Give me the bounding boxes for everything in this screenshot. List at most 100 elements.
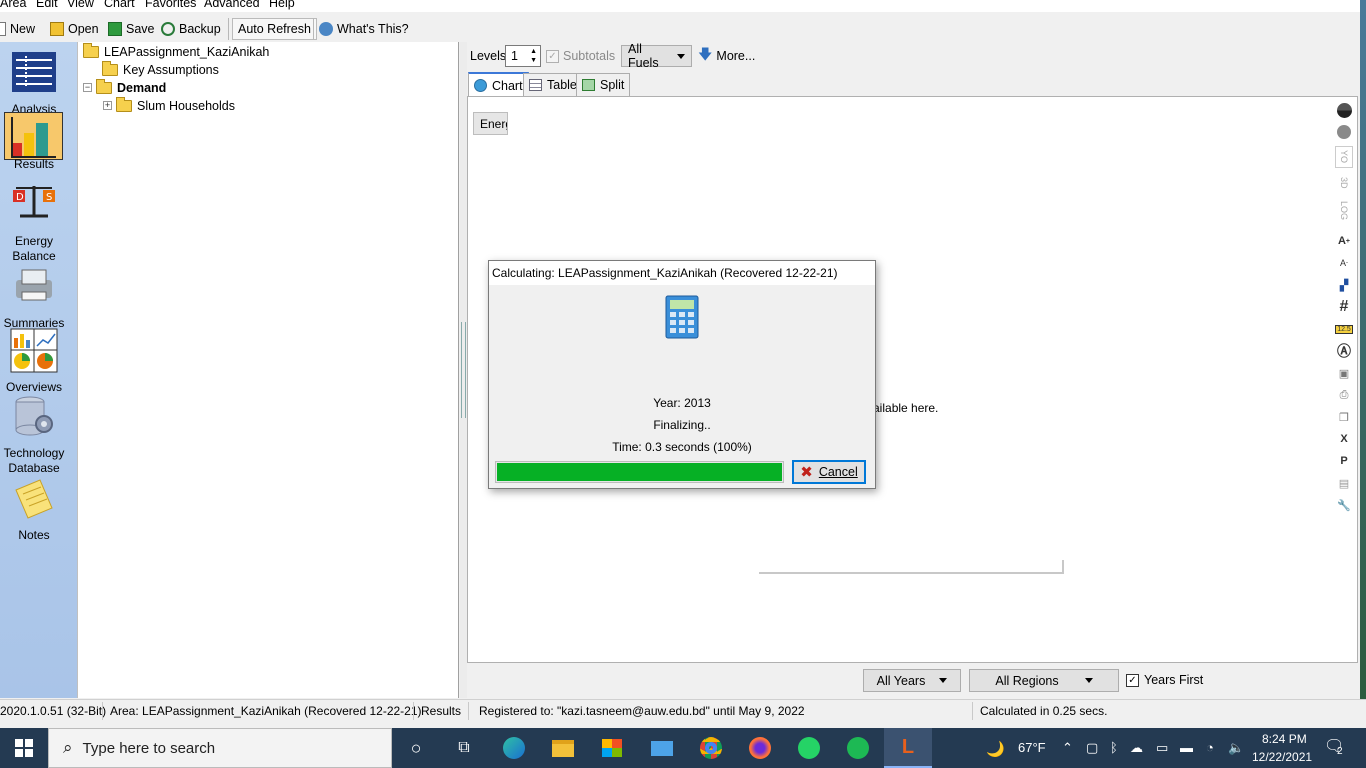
3d-toggle[interactable]: 3D — [1335, 172, 1353, 194]
bluetooth-icon[interactable]: ᛒ — [1110, 740, 1118, 755]
clock-time[interactable]: 8:24 PM — [1262, 732, 1307, 746]
tab-chart[interactable]: Chart — [468, 72, 529, 97]
menu-chart[interactable]: Chart — [104, 0, 135, 10]
display-icon[interactable]: ▭ — [1156, 740, 1168, 756]
grid-icon[interactable]: # — [1335, 298, 1353, 316]
firefox-icon[interactable] — [748, 736, 772, 760]
open-button[interactable]: Open — [50, 19, 99, 39]
leap-app-icon[interactable]: L — [884, 728, 932, 768]
spinner-arrows-icon[interactable]: ▲ ▼ — [530, 47, 537, 65]
fuels-dropdown[interactable]: All Fuels — [621, 42, 692, 70]
excel-icon[interactable]: X — [1335, 430, 1353, 448]
sidebar-item-analysis[interactable]: Analysis — [0, 50, 68, 117]
tab-table[interactable]: Table — [523, 73, 583, 96]
weather-icon[interactable]: 🌙 — [986, 740, 1005, 758]
new-button[interactable]: New — [0, 19, 35, 39]
chrome-icon[interactable] — [699, 736, 723, 760]
mail-icon[interactable] — [650, 736, 674, 760]
menu-view[interactable]: View — [67, 0, 94, 10]
divider — [759, 572, 1064, 574]
powerpoint-icon[interactable]: P — [1335, 452, 1353, 470]
tree-item-root[interactable]: LEAPassignment_KaziAnikah — [83, 42, 269, 60]
task-view-icon[interactable]: ⧉ — [452, 736, 476, 760]
sidebar-item-label: Overviews — [5, 380, 62, 394]
menu-help[interactable]: Help — [269, 0, 295, 10]
notifications-count: 2 — [1337, 746, 1343, 757]
years-first-checkbox[interactable]: ✓ Years First — [1126, 670, 1203, 690]
chevron-up-icon[interactable]: ⌃ — [1062, 740, 1073, 756]
sidebar-item-results[interactable] — [4, 112, 63, 160]
wrench-icon[interactable]: 🔧 — [1335, 496, 1353, 514]
whatsapp-icon[interactable] — [797, 736, 821, 760]
windows-start-icon[interactable] — [12, 736, 36, 760]
sidebar-item-notes[interactable]: Notes — [0, 476, 68, 543]
copy-icon[interactable]: ❐ — [1335, 408, 1353, 426]
sidebar-item-label: Results — [13, 157, 54, 171]
cortana-icon[interactable]: ○ — [404, 736, 428, 760]
cancel-button[interactable]: ✖ Cancel — [792, 460, 866, 484]
regions-dropdown[interactable]: All Regions — [969, 669, 1119, 692]
collapse-icon[interactable]: − — [83, 83, 92, 92]
menu-area[interactable]: Area — [0, 0, 26, 10]
calculator-icon — [665, 295, 699, 339]
print-icon[interactable]: ⎙ — [1335, 386, 1353, 404]
sidebar-item-overviews[interactable]: Overviews — [0, 328, 68, 395]
chart-settings-icon[interactable]: ▞ — [1335, 276, 1353, 294]
log-toggle[interactable]: LOG — [1335, 198, 1353, 224]
status-view: Results — [421, 704, 462, 718]
menu-edit[interactable]: Edit — [36, 0, 58, 10]
backup-button[interactable]: Backup — [161, 19, 221, 39]
sidebar: Analysis Results D S Energy Balance Summ… — [0, 42, 77, 698]
battery-icon[interactable]: ▬ — [1180, 740, 1193, 755]
auto-refresh-button[interactable]: Auto Refresh — [232, 18, 317, 40]
whats-this-button[interactable]: What's This? — [319, 19, 409, 39]
tree-item-demand[interactable]: − Demand — [83, 78, 166, 96]
edge-icon[interactable] — [502, 736, 526, 760]
annotation-icon[interactable]: Ⓐ — [1335, 342, 1353, 360]
tree-item-key-assumptions[interactable]: Key Assumptions — [102, 60, 219, 78]
font-larger-icon[interactable]: A + — [1335, 232, 1353, 250]
sidebar-item-label: Technology Database — [3, 446, 65, 475]
save-chart-icon[interactable]: ▤ — [1335, 474, 1353, 492]
meet-now-icon[interactable]: ▢ — [1086, 740, 1098, 756]
font-smaller-icon[interactable]: A- — [1335, 254, 1353, 272]
yo-toggle[interactable]: YO — [1335, 146, 1353, 168]
sidebar-item-summaries[interactable]: Summaries — [0, 264, 68, 331]
wifi-icon[interactable]: ◔ — [1206, 740, 1214, 755]
table-icon — [529, 79, 542, 91]
weather-temp[interactable]: 67°F — [1018, 740, 1046, 755]
more-button[interactable]: 🡇 More... — [698, 45, 755, 67]
desktop-wallpaper — [1360, 0, 1366, 721]
folder-icon — [102, 60, 118, 76]
new-icon — [0, 22, 6, 36]
microsoft-store-icon[interactable] — [600, 736, 624, 760]
checkbox-icon: ✓ — [546, 49, 559, 63]
splitter-grip[interactable] — [461, 322, 466, 418]
folder-icon — [116, 96, 132, 112]
summaries-icon — [16, 269, 52, 301]
svg-text:D: D — [16, 192, 24, 203]
chevron-down-icon — [939, 678, 948, 683]
spotify-icon[interactable] — [846, 736, 870, 760]
tree-item-slum-households[interactable]: + Slum Households — [103, 96, 235, 114]
subtotals-checkbox[interactable]: ✓ Subtotals — [546, 45, 615, 67]
sidebar-item-energy-balance[interactable]: D S Energy Balance — [0, 182, 68, 264]
taskbar-search[interactable]: ⌕ Type here to search — [48, 728, 392, 768]
pie-icon[interactable] — [1335, 101, 1353, 119]
volume-icon[interactable]: 🔈 — [1228, 740, 1244, 756]
levels-spinner[interactable]: 1 ▲ ▼ — [505, 45, 541, 67]
number-format-icon[interactable]: 12.5 — [1335, 320, 1353, 338]
tab-split[interactable]: Split — [576, 73, 631, 96]
sidebar-item-technology-database[interactable]: Technology Database — [0, 394, 68, 476]
clock-date[interactable]: 12/22/2021 — [1252, 750, 1312, 764]
menu-favorites[interactable]: Favorites — [145, 0, 196, 10]
save-button[interactable]: Save — [108, 19, 155, 39]
energy-button[interactable]: Energy — [473, 112, 508, 135]
globe-icon[interactable] — [1335, 123, 1353, 141]
expand-icon[interactable]: + — [103, 101, 112, 110]
years-dropdown[interactable]: All Years — [863, 669, 961, 692]
file-explorer-icon[interactable] — [551, 736, 575, 760]
menu-advanced[interactable]: Advanced — [204, 0, 260, 10]
onedrive-icon[interactable]: ☁ — [1130, 740, 1143, 756]
image-icon[interactable]: ▣ — [1335, 364, 1353, 382]
